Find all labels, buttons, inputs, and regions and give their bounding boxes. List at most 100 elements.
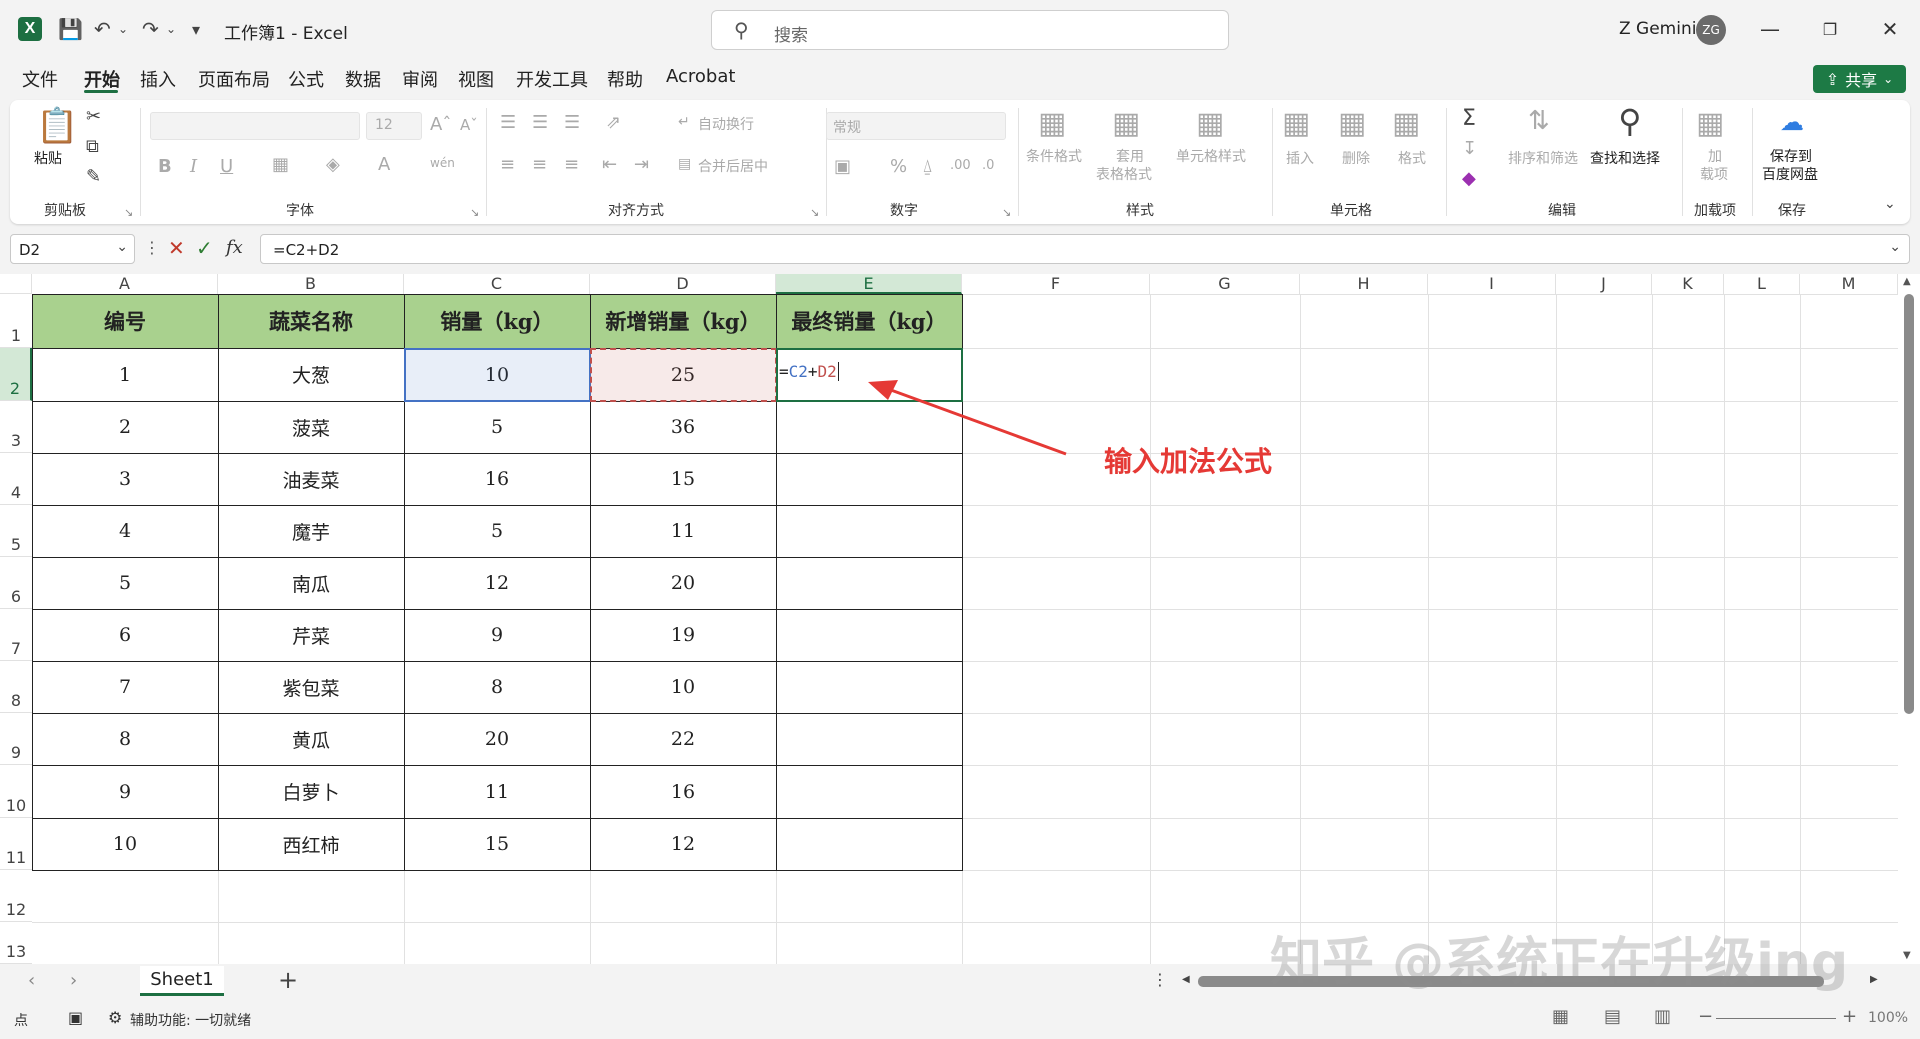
avatar[interactable]: ZG <box>1696 15 1726 45</box>
align-middle-icon[interactable]: ☰ <box>532 112 548 133</box>
conditional-format-label[interactable]: 条件格式 <box>1026 148 1082 166</box>
customize-toolbar-icon[interactable]: ▾ <box>192 15 200 43</box>
merge-center-icon[interactable]: ▤ <box>678 156 691 172</box>
sort-filter-label[interactable]: 排序和筛选 <box>1508 150 1578 168</box>
tab-file[interactable]: 文件 <box>22 66 58 92</box>
insert-function-icon[interactable]: fx <box>226 237 243 258</box>
baidu-cloud-icon[interactable]: ☁ <box>1780 108 1804 136</box>
paste-icon[interactable]: 📋 <box>36 106 78 146</box>
format-cells-icon[interactable]: ▦ <box>1392 106 1420 141</box>
tab-insert[interactable]: 插入 <box>140 66 176 92</box>
sheet-tab-sheet1[interactable]: Sheet1 <box>140 966 224 996</box>
add-sheet-icon[interactable]: + <box>278 966 298 994</box>
decrease-font-icon[interactable]: Aˇ <box>460 116 478 134</box>
prev-sheet-icon[interactable]: ‹ <box>28 970 35 991</box>
format-as-table-label-1[interactable]: 套用 <box>1116 148 1144 166</box>
more-options-icon[interactable]: ⋮ <box>144 238 160 257</box>
save-baidu-label-1[interactable]: 保存到 <box>1770 148 1812 166</box>
tab-acrobat[interactable]: Acrobat <box>666 66 735 87</box>
macro-record-icon[interactable]: ▣ <box>68 1008 83 1027</box>
page-break-view-icon[interactable]: ▥ <box>1654 1006 1671 1027</box>
tab-page-layout[interactable]: 页面布局 <box>198 66 270 92</box>
tab-formulas[interactable]: 公式 <box>288 66 324 92</box>
increase-font-icon[interactable]: Aˆ <box>430 114 451 135</box>
close-icon[interactable]: ✕ <box>1870 14 1910 44</box>
tab-view[interactable]: 视图 <box>458 66 494 92</box>
decrease-decimal-icon[interactable]: .0 <box>982 158 994 173</box>
vertical-scrollbar[interactable]: ▲ ▼ <box>1898 274 1920 964</box>
cut-icon[interactable]: ✂ <box>86 106 101 127</box>
collapse-ribbon-icon[interactable]: ⌄ <box>1884 196 1896 212</box>
cancel-icon[interactable]: ✕ <box>168 236 185 260</box>
wrap-text-icon[interactable]: ↵ <box>678 114 690 130</box>
dialog-launcher-icon[interactable]: ↘ <box>124 206 133 219</box>
search-input[interactable]: ⚲ 搜索 <box>711 10 1229 50</box>
italic-icon[interactable]: I <box>190 156 197 177</box>
cell-styles-label[interactable]: 单元格样式 <box>1176 148 1246 166</box>
delete-cells-icon[interactable]: ▦ <box>1338 106 1366 141</box>
find-select-icon[interactable]: ⚲ <box>1618 102 1641 140</box>
phonetic-icon[interactable]: wén <box>430 156 455 170</box>
fill-icon[interactable]: ↧ <box>1462 138 1477 159</box>
borders-icon[interactable]: ▦ <box>272 154 289 175</box>
bold-icon[interactable]: B <box>158 156 172 177</box>
increase-indent-icon[interactable]: ⇥ <box>634 154 649 175</box>
undo-dropdown-icon[interactable]: ⌄ <box>118 15 128 43</box>
delete-cells-label[interactable]: 删除 <box>1342 150 1370 168</box>
number-format-combo[interactable]: 常规 <box>826 112 1006 140</box>
minimize-icon[interactable]: — <box>1750 14 1790 44</box>
clear-icon[interactable]: ◆ <box>1462 168 1476 189</box>
page-layout-view-icon[interactable]: ▤ <box>1604 1006 1621 1027</box>
align-bottom-icon[interactable]: ☰ <box>564 112 580 133</box>
restore-icon[interactable]: ❐ <box>1810 14 1850 44</box>
tab-help[interactable]: 帮助 <box>607 66 643 92</box>
tab-data[interactable]: 数据 <box>345 66 381 92</box>
format-painter-icon[interactable]: ✎ <box>86 166 101 187</box>
dialog-launcher-icon[interactable]: ↘ <box>1002 206 1011 219</box>
insert-cells-icon[interactable]: ▦ <box>1282 106 1310 141</box>
accessibility-icon[interactable]: ⚙ <box>108 1008 122 1027</box>
tab-review[interactable]: 审阅 <box>402 66 438 92</box>
fill-color-icon[interactable]: ◈ <box>326 154 340 175</box>
addins-label-2[interactable]: 载项 <box>1700 166 1728 184</box>
accessibility-status[interactable]: 辅助功能: 一切就绪 <box>130 1010 251 1030</box>
percent-icon[interactable]: % <box>890 156 907 177</box>
align-right-icon[interactable]: ≡ <box>564 154 579 175</box>
cell-styles-icon[interactable]: ▦ <box>1196 106 1224 141</box>
copy-icon[interactable]: ⧉ <box>86 136 99 157</box>
chevron-down-icon[interactable]: ⌄ <box>116 239 128 255</box>
undo-icon[interactable]: ↶ <box>94 15 111 43</box>
format-cells-label[interactable]: 格式 <box>1398 150 1426 168</box>
comma-style-icon[interactable]: ⍙ <box>922 156 933 177</box>
align-top-icon[interactable]: ☰ <box>500 112 516 133</box>
format-as-table-icon[interactable]: ▦ <box>1112 106 1140 141</box>
font-name-combo[interactable] <box>150 112 360 140</box>
share-button[interactable]: ⇪ 共享 ⌄ <box>1813 65 1906 93</box>
align-left-icon[interactable]: ≡ <box>500 154 515 175</box>
zoom-level[interactable]: 100% <box>1868 1010 1908 1026</box>
save-baidu-label-2[interactable]: 百度网盘 <box>1762 166 1818 184</box>
scroll-left-icon[interactable]: ◀ <box>1182 974 1190 985</box>
align-center-icon[interactable]: ≡ <box>532 154 547 175</box>
redo-dropdown-icon[interactable]: ⌄ <box>166 15 176 43</box>
scroll-right-icon[interactable]: ▶ <box>1870 974 1878 985</box>
zoom-out-icon[interactable]: − <box>1698 1006 1713 1027</box>
user-name[interactable]: Z Gemini <box>1619 19 1696 39</box>
worksheet-grid[interactable]: ABCDEFGHIJKLM 1 2 3 4 5 6 7 8 9 10 11 12 13 编号 蔬菜名称 销量… <box>0 274 1920 964</box>
tab-home[interactable]: 开始 <box>84 66 120 92</box>
insert-cells-label[interactable]: 插入 <box>1286 150 1314 168</box>
addins-label-1[interactable]: 加 <box>1708 148 1722 166</box>
sort-filter-icon[interactable]: ⇅ <box>1528 106 1550 136</box>
orientation-icon[interactable]: ⇗ <box>606 112 621 133</box>
tab-split-icon[interactable]: ⋮ <box>1152 970 1168 989</box>
next-sheet-icon[interactable]: › <box>70 970 77 991</box>
enter-icon[interactable]: ✓ <box>196 236 213 260</box>
find-select-label[interactable]: 查找和选择 <box>1590 150 1660 168</box>
tab-developer[interactable]: 开发工具 <box>516 66 588 92</box>
normal-view-icon[interactable]: ▦ <box>1552 1006 1569 1027</box>
scroll-down-icon[interactable]: ▼ <box>1903 950 1911 961</box>
redo-icon[interactable]: ↷ <box>142 15 159 43</box>
addins-icon[interactable]: ▦ <box>1696 106 1724 141</box>
accounting-format-icon[interactable]: ▣ <box>834 156 851 177</box>
expand-formula-icon[interactable]: ⌄ <box>1889 239 1901 255</box>
